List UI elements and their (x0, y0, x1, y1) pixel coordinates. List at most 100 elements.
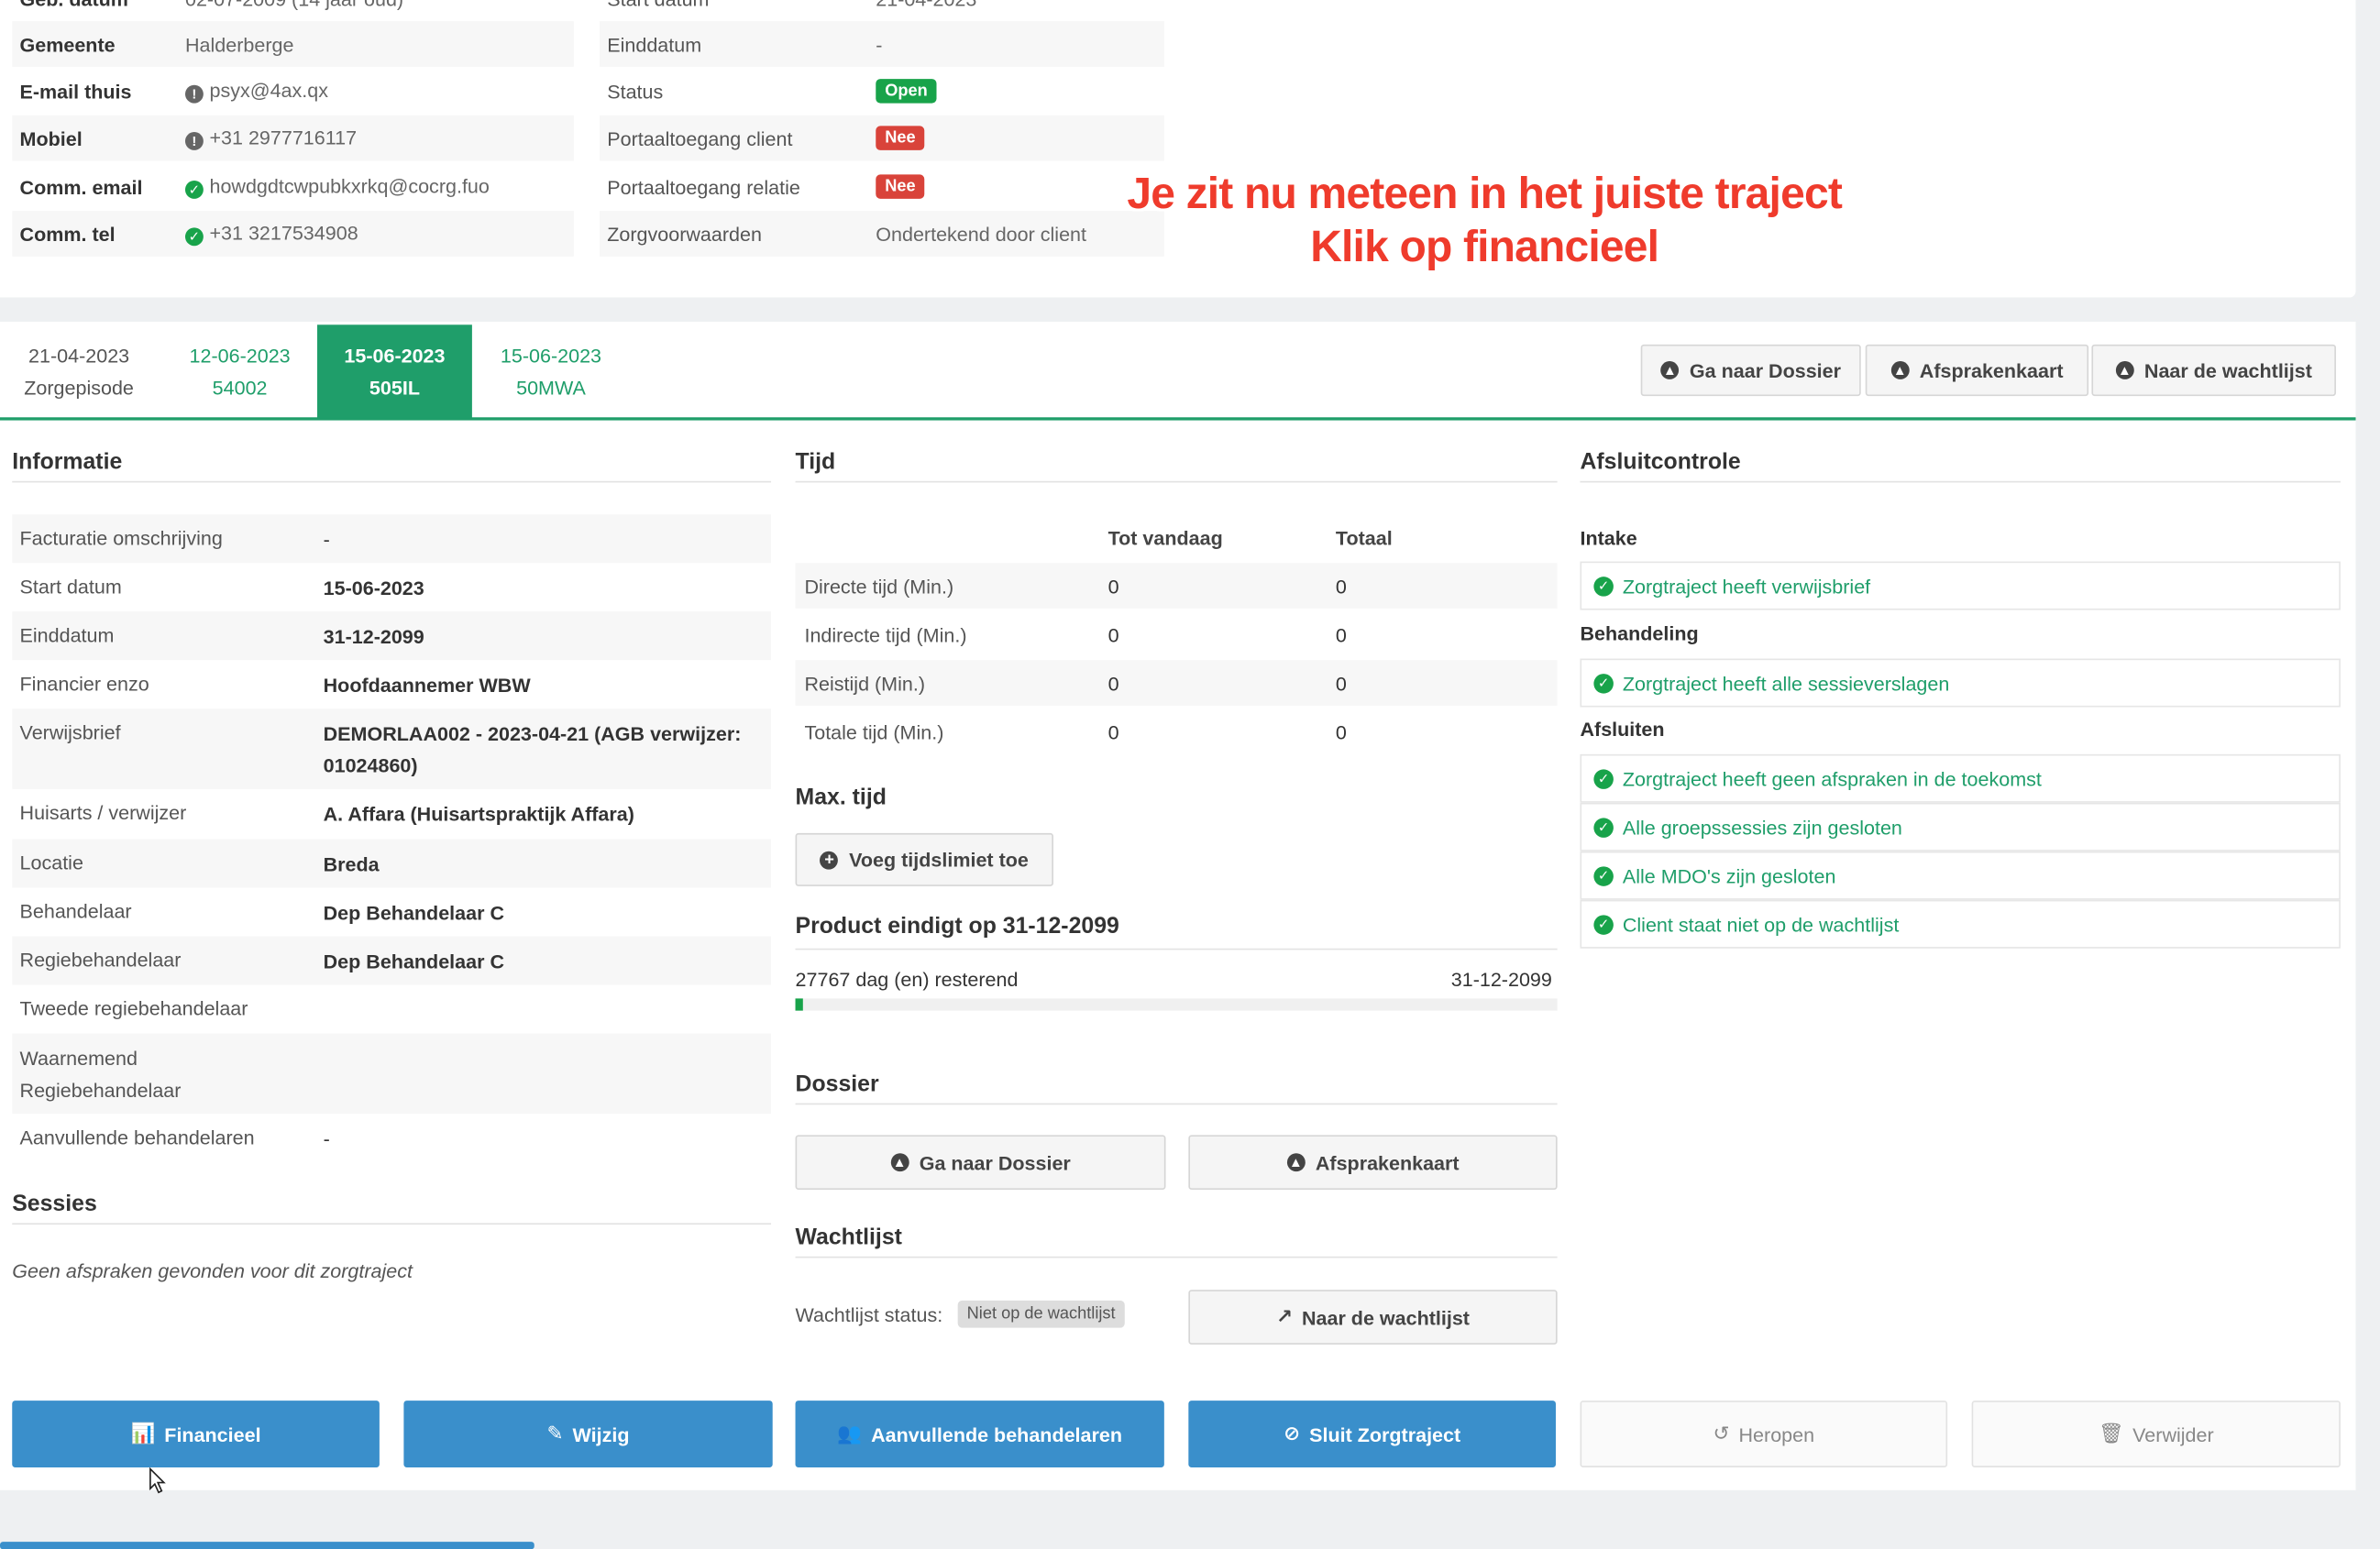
tab-zorgepisode[interactable]: 21-04-2023 Zorgepisode (0, 324, 158, 419)
client-value: psyx@4ax.qx (209, 79, 328, 102)
portal-client-badge: Nee (876, 126, 925, 150)
arrow-up-circle-icon: ▲ (1286, 1153, 1306, 1172)
info-label: Regiebehandelaar (19, 948, 182, 972)
top-ga-naar-dossier-button[interactable]: ▲ Ga naar Dossier (1640, 344, 1861, 397)
info-label: Einddatum (19, 623, 115, 647)
top-naar-wachtlijst-button[interactable]: ▲ Naar de wachtlijst (2091, 344, 2336, 397)
heropen-button[interactable]: ↺ Heropen (1580, 1401, 1948, 1467)
dossier-title: Dossier (795, 1071, 879, 1097)
button-label: Wijzig (572, 1423, 630, 1445)
users-icon: 👥 (837, 1422, 863, 1445)
horizontal-scrollbar[interactable] (0, 1542, 534, 1549)
tab-sub: 54002 (212, 376, 268, 400)
tab-underline (0, 417, 2356, 421)
info-value: A. Affara (Huisartspraktijk Affara) (323, 802, 634, 826)
check-item: ✓ Client staat niet op de wachtlijst (1580, 899, 2341, 949)
client-label: Status (607, 79, 664, 103)
check-circle-icon: ✓ (1593, 817, 1614, 838)
button-label: Afsprakenkaart (1919, 358, 2064, 382)
intake-heading: Intake (1580, 526, 1637, 550)
check-item-label: Client staat niet op de wachtlijst (1622, 912, 1900, 936)
button-label: Heropen (1738, 1423, 1815, 1445)
divider (795, 1256, 1558, 1258)
client-row-gemeente: Gemeente Halderberge (12, 21, 574, 67)
tijd-col-total: Totaal (1335, 526, 1393, 550)
tab-sub: Zorgepisode (24, 376, 134, 400)
portal-relation-badge: Nee (876, 174, 925, 199)
info-label-line1: Waarnemend (19, 1047, 138, 1071)
voeg-tijdslimiet-toe-button[interactable]: + Voeg tijdslimiet toe (795, 832, 1053, 886)
aanvullende-behandelaren-button[interactable]: 👥 Aanvullende behandelaren (795, 1401, 1164, 1467)
product-end-title: Product eindigt op 31-12-2099 (795, 913, 1119, 939)
product-end-date: 31-12-2099 (1450, 968, 1552, 992)
button-label: Financieel (164, 1423, 261, 1445)
client-row-einddatum: Einddatum - (599, 21, 1164, 67)
client-value: +31 2977716117 (209, 126, 358, 149)
tijd-col-today: Tot vandaag (1107, 526, 1223, 550)
tab-date: 15-06-2023 (500, 344, 602, 368)
check-circle-icon: ✓ (1593, 914, 1614, 935)
arrow-up-circle-icon: ▲ (1660, 361, 1680, 379)
client-row-startdatum: Start datum 21-04-2023 (600, 0, 1164, 21)
check-circle-icon: ✓ (1593, 673, 1614, 693)
tab-date: 21-04-2023 (28, 344, 130, 368)
check-item: ✓ Alle groepssessies zijn gesloten (1580, 802, 2341, 851)
client-value: Halderberge (184, 32, 294, 56)
tab-50mwa[interactable]: 15-06-2023 50MWA (475, 324, 627, 419)
check-item: ✓ Alle MDO's zijn gesloten (1580, 851, 2341, 900)
info-row: Start datum 15-06-2023 (12, 563, 771, 611)
check-item-label: Zorgtraject heeft geen afspraken in de t… (1622, 766, 2042, 790)
afsprakenkaart-button[interactable]: ▲ Afsprakenkaart (1188, 1135, 1558, 1190)
info-value: DEMORLAA002 - 2023-04-21 (AGB verwijzer:… (324, 718, 742, 782)
info-label: Start datum (19, 575, 122, 599)
client-row-zorgvoorwaarden: Zorgvoorwaarden Ondertekend door client (599, 211, 1164, 257)
financieel-button[interactable]: 📊 Financieel (12, 1401, 380, 1467)
tab-date: 15-06-2023 (344, 344, 446, 368)
verwijder-button[interactable]: 🗑 Verwijder (1971, 1401, 2341, 1467)
info-row: Behandelaar Dep Behandelaar C (12, 888, 771, 937)
tutorial-annotation-line1: Je zit nu meteen in het juiste traject (1127, 170, 1842, 219)
wijzig-button[interactable]: ✎ Wijzig (403, 1401, 773, 1467)
naar-de-wachtlijst-button[interactable]: ↗ Naar de wachtlijst (1188, 1290, 1558, 1345)
info-label: Waarnemend Regiebehandelaar (20, 1042, 182, 1106)
tijd-total: 0 (1335, 622, 1347, 646)
client-row-email: E-mail thuis ! psyx@4ax.qx (12, 69, 574, 115)
check-icon: ✓ (184, 181, 204, 199)
client-label: Comm. email (19, 175, 143, 199)
info-value-line2: 01024860) (323, 753, 418, 777)
ga-naar-dossier-button[interactable]: ▲ Ga naar Dossier (795, 1135, 1166, 1190)
divider (1580, 480, 2341, 483)
pencil-icon: ✎ (546, 1422, 564, 1445)
check-item-label: Alle groepssessies zijn gesloten (1622, 815, 1902, 839)
info-row: Verwijsbrief DEMORLAA002 - 2023-04-21 (A… (12, 709, 772, 789)
info-row: Einddatum 31-12-2099 (12, 611, 772, 661)
button-label: Verwijder (2132, 1423, 2214, 1445)
tijd-row: Totale tijd (Min.) 0 0 (796, 709, 1558, 754)
client-label: Comm. tel (19, 222, 116, 246)
info-label: Aanvullende behandelaren (19, 1126, 255, 1149)
wachtlijst-status-badge: Niet op de wachtlijst (957, 1300, 1125, 1328)
client-value: - (876, 32, 883, 56)
info-label: Facturatie omschrijving (19, 526, 223, 550)
tab-date: 12-06-2023 (189, 344, 291, 368)
info-value: - (323, 528, 330, 551)
check-item-label: Zorgtraject heeft alle sessieverslagen (1622, 671, 1950, 695)
top-afsprakenkaart-button[interactable]: ▲ Afsprakenkaart (1865, 344, 2089, 397)
check-circle-icon: ✓ (1593, 576, 1614, 596)
client-row-status: Status Open (600, 69, 1164, 115)
ban-icon: ⊘ (1284, 1422, 1301, 1445)
tijd-label: Reistijd (Min.) (804, 671, 926, 695)
tijd-label: Indirecte tijd (Min.) (804, 622, 967, 646)
sluit-zorgtraject-button[interactable]: ⊘ Sluit Zorgtraject (1188, 1401, 1556, 1467)
tab-sub: 50MWA (516, 376, 586, 400)
tab-54002[interactable]: 12-06-2023 54002 (162, 324, 317, 419)
info-label: Financier enzo (19, 672, 149, 696)
warning-icon: ! (184, 84, 204, 104)
tab-505il[interactable]: 15-06-2023 505IL (317, 324, 472, 419)
button-label: Afsprakenkaart (1315, 1150, 1460, 1174)
divider (12, 1223, 772, 1225)
check-item-label: Zorgtraject heeft verwijsbrief (1622, 574, 1871, 598)
divider (795, 1103, 1558, 1105)
info-label: Locatie (19, 851, 83, 874)
afsluiten-heading: Afsluiten (1580, 718, 1665, 741)
